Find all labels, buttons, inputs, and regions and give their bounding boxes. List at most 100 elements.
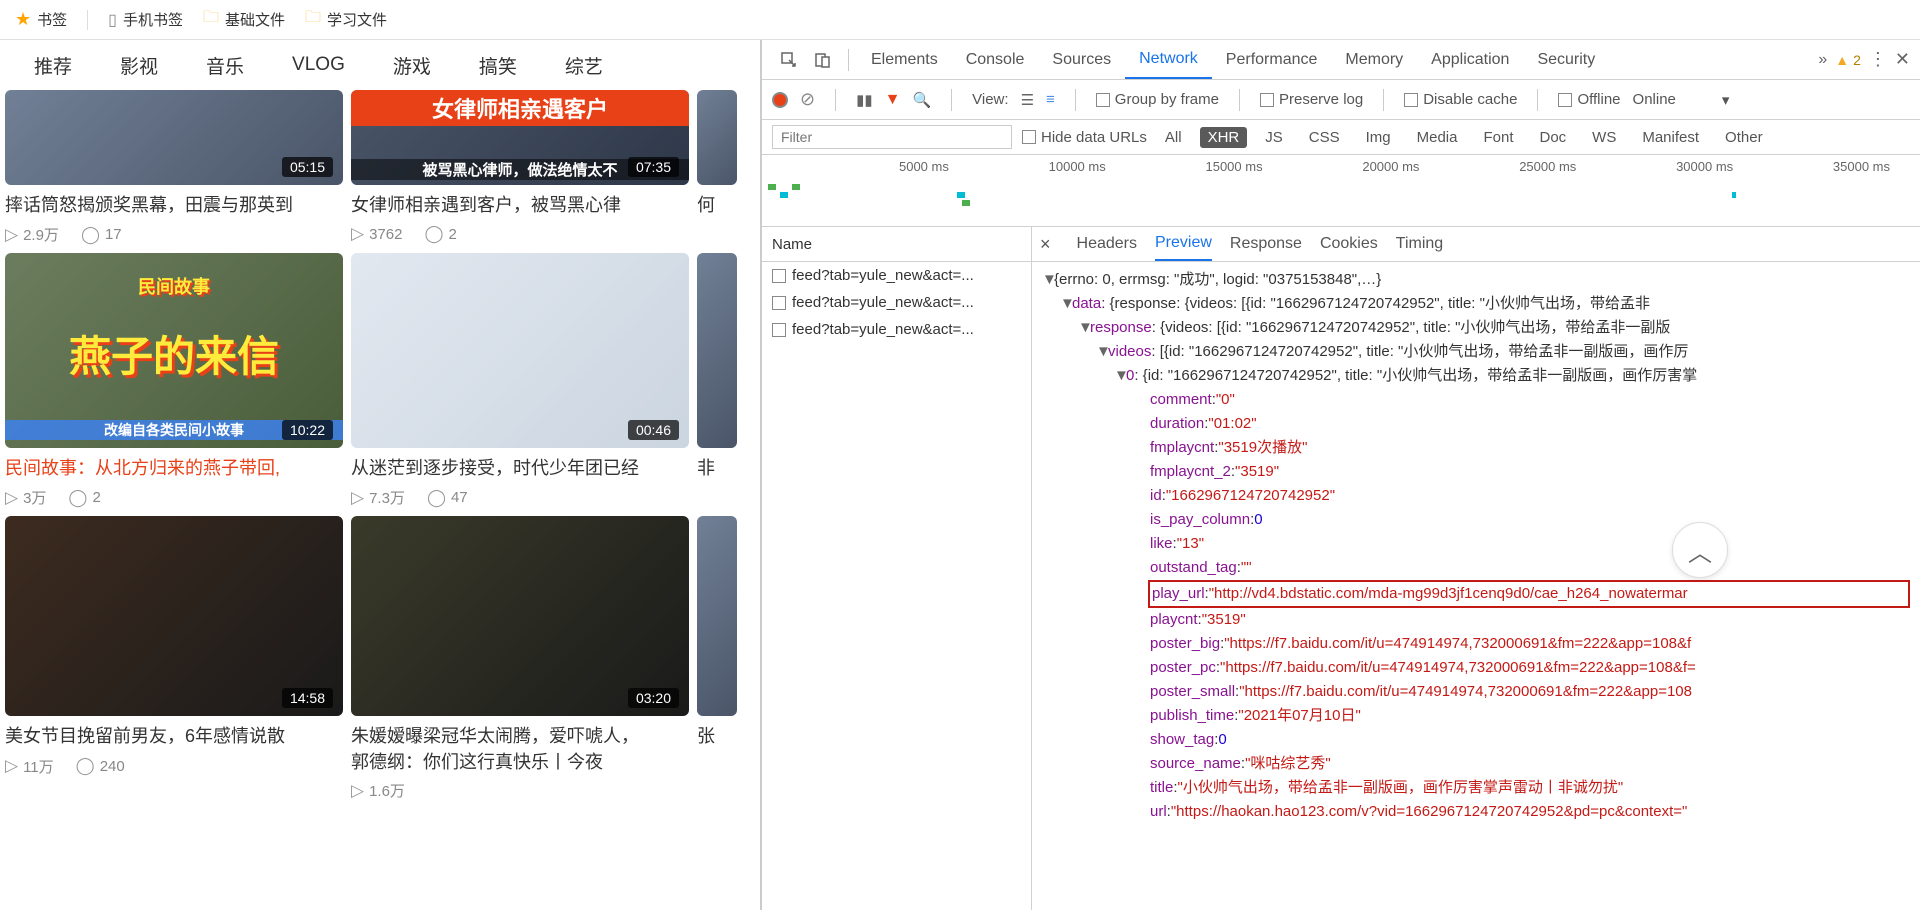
device-toolbar-icon[interactable] — [812, 49, 834, 71]
video-card[interactable]: 00:46 从迷茫到逐步接受，时代少年团已经 ▷7.3万 ◯47 — [351, 253, 689, 508]
collapse-icon[interactable]: ▼ — [1078, 316, 1090, 340]
filter-img[interactable]: Img — [1358, 127, 1399, 148]
tab-funny[interactable]: 搞笑 — [455, 52, 541, 79]
request-item[interactable]: feed?tab=yule_new&act=... — [762, 262, 1031, 289]
video-title[interactable]: 朱媛嫒曝梁冠华太闹腾，爱吓唬人，郭德纲：你们这行真快乐丨今夜 — [351, 724, 689, 774]
tab-network[interactable]: Network — [1125, 40, 1212, 79]
warnings-badge[interactable]: ▲2 — [1835, 52, 1861, 68]
json-value: : {id: "1662967124720742952", title: "小伙… — [1134, 364, 1697, 388]
json-value: "3519次播放" — [1218, 436, 1307, 460]
video-thumbnail[interactable] — [697, 516, 737, 716]
expand-icon[interactable]: » — [1818, 51, 1827, 69]
filter-icon[interactable]: ▼ — [885, 91, 901, 109]
filter-doc[interactable]: Doc — [1531, 127, 1574, 148]
request-item[interactable]: feed?tab=yule_new&act=... — [762, 289, 1031, 316]
large-rows-icon[interactable]: ☰ — [1021, 91, 1034, 109]
collapse-icon[interactable]: ▼ — [1042, 268, 1054, 292]
video-title[interactable]: 民间故事：从北方归来的燕子带回, — [5, 456, 343, 481]
tab-sources[interactable]: Sources — [1038, 40, 1125, 79]
throttle-select[interactable]: Online▾ — [1633, 91, 1730, 109]
timeline-mark — [957, 192, 965, 198]
tab-movies[interactable]: 影视 — [96, 52, 182, 79]
video-card-partial[interactable]: 非 — [697, 253, 737, 508]
kebab-menu-icon[interactable]: ⋮ — [1869, 49, 1887, 70]
video-thumbnail[interactable]: 民间故事 燕子的来信 改编自各类民间小故事 10:22 — [5, 253, 343, 448]
video-thumbnail[interactable]: 14:58 — [5, 516, 343, 716]
json-key: videos — [1108, 340, 1151, 364]
video-card[interactable]: 女律师相亲遇客户 被骂黑心律师，做法绝情太不 07:35 女律师相亲遇到客户，被… — [351, 90, 689, 245]
tab-variety[interactable]: 综艺 — [541, 52, 627, 79]
tab-headers[interactable]: Headers — [1077, 227, 1137, 261]
video-card-partial[interactable]: 张 — [697, 516, 737, 801]
video-thumbnail[interactable]: 00:46 — [351, 253, 689, 448]
disable-cache-checkbox[interactable]: Disable cache — [1404, 91, 1517, 108]
video-card[interactable]: 05:15 摔话筒怒揭颁奖黑幕，田震与那英到 ▷2.9万 ◯17 — [5, 90, 343, 245]
tab-vlog[interactable]: VLOG — [268, 54, 369, 76]
bookmarks-mobile[interactable]: ▯手机书签 — [108, 9, 183, 30]
collapse-icon[interactable]: ▼ — [1096, 340, 1108, 364]
close-icon[interactable]: ✕ — [1895, 49, 1910, 70]
filter-input[interactable] — [772, 125, 1012, 149]
filter-all[interactable]: All — [1157, 127, 1190, 148]
separator — [951, 89, 952, 111]
video-card[interactable]: 14:58 美女节目挽留前男友，6年感情说散 ▷11万 ◯240 — [5, 516, 343, 801]
tab-memory[interactable]: Memory — [1331, 40, 1417, 79]
filter-xhr[interactable]: XHR — [1200, 127, 1248, 148]
request-detail-pane: × Headers Preview Response Cookies Timin… — [1032, 227, 1920, 910]
offline-checkbox[interactable]: Offline — [1558, 91, 1620, 108]
camera-icon[interactable]: ▮▮ — [856, 91, 873, 109]
close-icon[interactable]: × — [1040, 234, 1051, 255]
collapse-icon[interactable]: ▼ — [1060, 292, 1072, 316]
filter-js[interactable]: JS — [1257, 127, 1291, 148]
tab-cookies[interactable]: Cookies — [1320, 227, 1378, 261]
request-item[interactable]: feed?tab=yule_new&act=... — [762, 316, 1031, 343]
waterfall-icon[interactable]: ≡ — [1046, 91, 1055, 108]
tab-recommend[interactable]: 推荐 — [10, 52, 96, 79]
video-card[interactable]: 民间故事 燕子的来信 改编自各类民间小故事 10:22 民间故事：从北方归来的燕… — [5, 253, 343, 508]
collapse-icon[interactable]: ▼ — [1114, 364, 1126, 388]
tab-performance[interactable]: Performance — [1212, 40, 1332, 79]
video-title[interactable]: 张 — [697, 724, 737, 749]
bookmarks-folder-1[interactable]: 🗀基础文件 — [203, 6, 285, 33]
tab-timing[interactable]: Timing — [1396, 227, 1443, 261]
inspect-icon[interactable] — [778, 49, 800, 71]
video-title[interactable]: 女律师相亲遇到客户，被骂黑心律 — [351, 193, 689, 218]
tab-preview[interactable]: Preview — [1155, 227, 1212, 261]
search-icon[interactable]: 🔍 — [912, 91, 931, 109]
tab-elements[interactable]: Elements — [857, 40, 952, 79]
tab-application[interactable]: Application — [1417, 40, 1523, 79]
tab-response[interactable]: Response — [1230, 227, 1302, 261]
filter-media[interactable]: Media — [1409, 127, 1466, 148]
group-by-frame-checkbox[interactable]: Group by frame — [1096, 91, 1219, 108]
hide-data-urls-checkbox[interactable]: Hide data URLs — [1022, 129, 1147, 146]
filter-ws[interactable]: WS — [1584, 127, 1624, 148]
video-title[interactable]: 从迷茫到逐步接受，时代少年团已经 — [351, 456, 689, 481]
bookmarks-main[interactable]: ★书签 — [15, 9, 67, 30]
tab-music[interactable]: 音乐 — [182, 52, 268, 79]
tab-game[interactable]: 游戏 — [369, 52, 455, 79]
video-title[interactable]: 何 — [697, 193, 737, 218]
video-thumbnail[interactable]: 女律师相亲遇客户 被骂黑心律师，做法绝情太不 07:35 — [351, 90, 689, 185]
views-count: ▷7.3万 — [351, 487, 405, 508]
video-thumbnail[interactable]: 03:20 — [351, 516, 689, 716]
filter-other[interactable]: Other — [1717, 127, 1771, 148]
video-card[interactable]: 03:20 朱媛嫒曝梁冠华太闹腾，爱吓唬人，郭德纲：你们这行真快乐丨今夜 ▷1.… — [351, 516, 689, 801]
preserve-log-checkbox[interactable]: Preserve log — [1260, 91, 1363, 108]
clear-icon[interactable]: ⊘ — [800, 89, 815, 110]
video-thumbnail[interactable]: 05:15 — [5, 90, 343, 185]
filter-font[interactable]: Font — [1475, 127, 1521, 148]
filter-css[interactable]: CSS — [1301, 127, 1348, 148]
tab-security[interactable]: Security — [1523, 40, 1609, 79]
video-title[interactable]: 摔话筒怒揭颁奖黑幕，田震与那英到 — [5, 193, 343, 218]
filter-manifest[interactable]: Manifest — [1634, 127, 1707, 148]
video-thumbnail[interactable] — [697, 253, 737, 448]
video-card-partial[interactable]: 何 — [697, 90, 737, 245]
video-title[interactable]: 非 — [697, 456, 737, 481]
bookmarks-folder-2[interactable]: 🗀学习文件 — [305, 6, 387, 33]
video-thumbnail[interactable] — [697, 90, 737, 185]
video-title[interactable]: 美女节目挽留前男友，6年感情说散 — [5, 724, 343, 749]
tab-console[interactable]: Console — [952, 40, 1039, 79]
record-button[interactable] — [772, 92, 788, 108]
network-timeline[interactable]: 5000 ms 10000 ms 15000 ms 20000 ms 25000… — [762, 155, 1920, 227]
json-preview[interactable]: ▼{errno: 0, errmsg: "成功", logid: "037515… — [1032, 262, 1920, 910]
